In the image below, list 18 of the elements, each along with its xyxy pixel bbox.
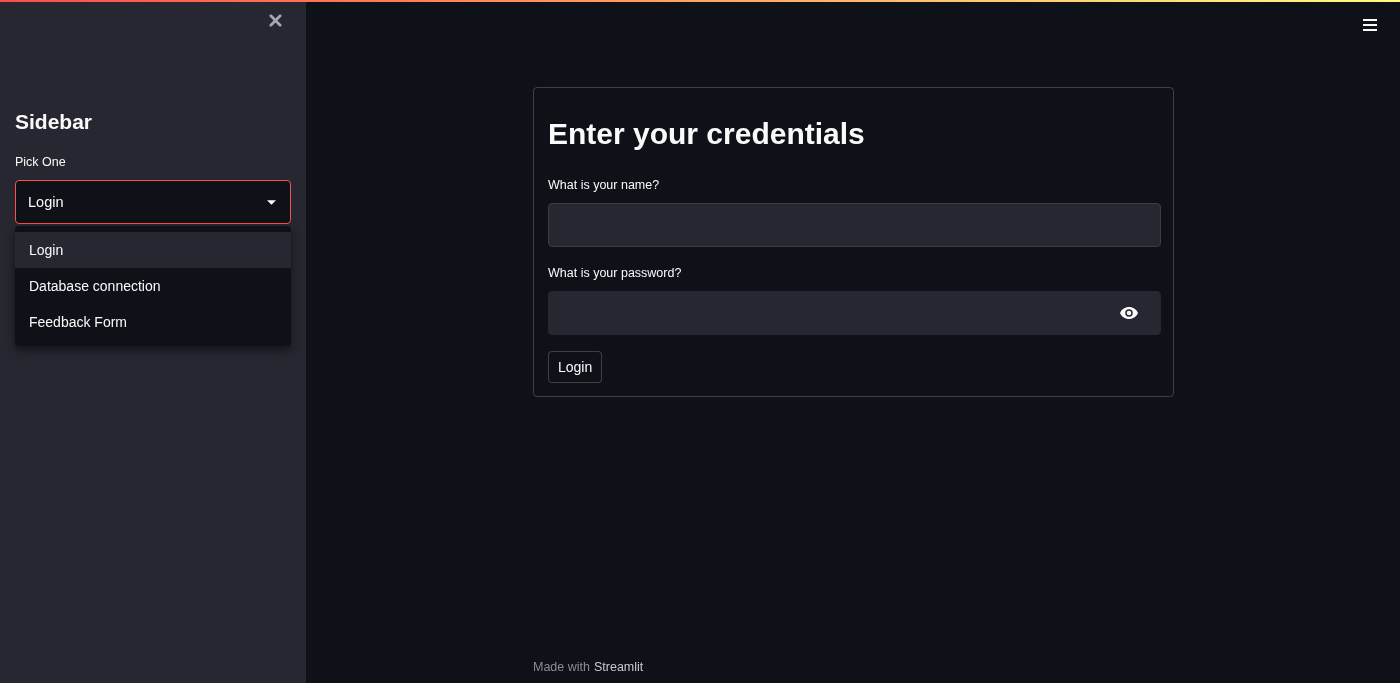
select-label: Pick One	[15, 154, 67, 170]
footer-text: Made with	[533, 659, 590, 675]
login-button[interactable]: Login	[548, 351, 603, 383]
form-title: Enter your credentials	[548, 116, 865, 152]
footer-link[interactable]: Streamlit	[594, 659, 644, 675]
dropdown-option[interactable]: Feedback Form	[15, 304, 291, 340]
caret-icon	[267, 199, 276, 205]
field-label: What is your name?	[548, 177, 660, 193]
text-input[interactable]	[548, 203, 1161, 247]
dropdown-option[interactable]: Login	[15, 232, 291, 268]
password-input[interactable]	[548, 291, 1161, 335]
field-label: What is your password?	[548, 265, 682, 281]
menu-icon[interactable]	[1363, 19, 1377, 31]
page-select[interactable]: Login	[15, 180, 291, 224]
sidebar-title: Sidebar	[15, 109, 94, 135]
close-icon[interactable]	[269, 14, 282, 27]
dropdown-option[interactable]: Database connection	[15, 268, 291, 304]
eye-icon[interactable]	[1120, 307, 1138, 319]
